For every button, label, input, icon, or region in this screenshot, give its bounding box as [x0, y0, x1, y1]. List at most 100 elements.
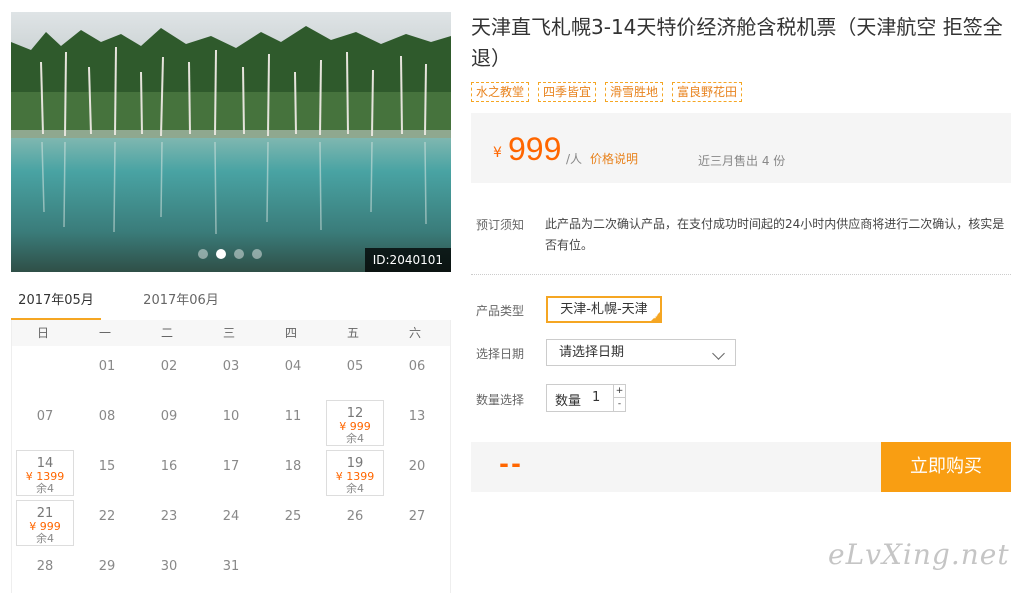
calendar-day-box: 28: [16, 550, 74, 593]
calendar-day-number: 30: [160, 559, 178, 574]
carousel-dot[interactable]: [252, 249, 262, 259]
calendar-day: 26: [322, 496, 384, 546]
carousel-dot-active[interactable]: [216, 249, 226, 259]
tab-month-may[interactable]: 2017年05月: [11, 290, 101, 321]
total-price: --: [499, 450, 523, 478]
calendar-day-stock: 余4: [36, 532, 54, 545]
calendar-day-box: 26: [326, 500, 384, 546]
booking-notice-label: 预订须知: [476, 218, 525, 232]
calendar-day-number: 04: [284, 359, 302, 374]
calendar-day[interactable]: 14 ¥ 1399 余4: [12, 446, 74, 496]
weekday-label: 五: [346, 326, 359, 340]
calendar-day: 22: [74, 496, 136, 546]
calendar-day-available[interactable]: 21 ¥ 999 余4: [16, 500, 74, 546]
calendar-day-box: 15: [78, 450, 136, 496]
calendar-day: 06: [384, 346, 446, 396]
carousel-dot[interactable]: [234, 249, 244, 259]
product-tags: 水之教堂 四季皆宜 滑雪胜地 富良野花田: [471, 82, 743, 102]
weekday-label: 三: [222, 326, 235, 340]
calendar-weekday-header: 日一二三四五六: [12, 320, 450, 346]
carousel-dot[interactable]: [198, 249, 208, 259]
product-tag: 水之教堂: [471, 82, 530, 102]
calendar-day-number: 16: [160, 459, 178, 474]
calendar-day-number: 11: [284, 409, 302, 424]
calendar-day-number: 10: [222, 409, 240, 424]
price-calendar: 日一二三四五六 01 02 03 04 05 06 07 08 09 10 11 12 ¥ 999 余4 1…: [11, 320, 451, 593]
calendar-day-available[interactable]: 12 ¥ 999 余4: [326, 400, 384, 446]
purchase-bar: -- 立即购买: [471, 442, 1011, 492]
calendar-day-stock: 余4: [346, 482, 364, 495]
calendar-day-number: 05: [346, 359, 364, 374]
calendar-day: 01: [74, 346, 136, 396]
calendar-day-box: 18: [264, 450, 322, 496]
weekday-label: 日: [36, 326, 49, 340]
calendar-day-number: 24: [222, 509, 240, 524]
calendar-day-box: 22: [78, 500, 136, 546]
calendar-day: 30: [136, 546, 198, 593]
calendar-day-box: 24: [202, 500, 260, 546]
calendar-day: 23: [136, 496, 198, 546]
tab-month-june[interactable]: 2017年06月: [131, 290, 231, 321]
calendar-day-number: 26: [346, 509, 364, 524]
product-tag: 四季皆宜: [538, 82, 597, 102]
calendar-day: 04: [260, 346, 322, 396]
date-label: 选择日期: [476, 347, 525, 361]
calendar-day: 13: [384, 396, 446, 446]
calendar-day: 27: [384, 496, 446, 546]
site-watermark: eLvXing.net: [828, 538, 1010, 571]
calendar-day[interactable]: 12 ¥ 999 余4: [322, 396, 384, 446]
calendar-day-box: 07: [16, 400, 74, 446]
calendar-day-number: 02: [160, 359, 178, 374]
calendar-day-number: 27: [408, 509, 426, 524]
calendar-month-tabs: 2017年05月 2017年06月: [11, 286, 451, 322]
calendar-day-number: 12: [346, 406, 364, 421]
calendar-day-number: 20: [408, 459, 426, 474]
product-photo[interactable]: ID:2040101: [11, 12, 451, 272]
calendar-day-number: 14: [36, 456, 54, 471]
quantity-stepper: 数量 1 + -: [546, 384, 626, 412]
calendar-day: 08: [74, 396, 136, 446]
calendar-day: 16: [136, 446, 198, 496]
date-select[interactable]: 请选择日期: [546, 339, 736, 366]
product-type-option-label: 天津-札幌-天津: [560, 302, 648, 317]
quantity-decrement-button[interactable]: -: [613, 398, 625, 411]
weekday-label: 四: [284, 326, 297, 340]
weekday-label: 六: [408, 326, 421, 340]
calendar-day-box: 01: [78, 350, 136, 396]
calendar-day-box: 10: [202, 400, 260, 446]
weekday-label: 一: [98, 326, 111, 340]
buy-now-button[interactable]: 立即购买: [881, 442, 1011, 492]
calendar-day: 25: [260, 496, 322, 546]
calendar-day-number: 03: [222, 359, 240, 374]
calendar-day-number: 17: [222, 459, 240, 474]
calendar-day-number: 19: [346, 456, 364, 471]
chevron-down-icon: [712, 347, 725, 360]
calendar-day-number: 22: [98, 509, 116, 524]
calendar-day-number: 09: [160, 409, 178, 424]
quantity-input[interactable]: 1: [592, 390, 600, 405]
calendar-day-number: 15: [98, 459, 116, 474]
quantity-increment-button[interactable]: +: [613, 385, 625, 398]
calendar-day-box: 02: [140, 350, 198, 396]
calendar-day-number: 01: [98, 359, 116, 374]
calendar-day-box: 03: [202, 350, 260, 396]
product-type-option-selected[interactable]: 天津-札幌-天津 ✓: [546, 296, 662, 323]
calendar-day: 11: [260, 396, 322, 446]
calendar-day-number: 21: [36, 506, 54, 521]
calendar-day[interactable]: 19 ¥ 1399 余4: [322, 446, 384, 496]
calendar-day-number: 18: [284, 459, 302, 474]
calendar-day: 20: [384, 446, 446, 496]
price-explanation-link[interactable]: 价格说明: [590, 150, 638, 167]
calendar-day-box: 11: [264, 400, 322, 446]
calendar-day-number: 08: [98, 409, 116, 424]
calendar-day-available[interactable]: 19 ¥ 1399 余4: [326, 450, 384, 496]
divider: [471, 274, 1011, 275]
calendar-day-box: 20: [388, 450, 446, 496]
calendar-day: 31: [198, 546, 260, 593]
calendar-day[interactable]: 21 ¥ 999 余4: [12, 496, 74, 546]
calendar-day-available[interactable]: 14 ¥ 1399 余4: [16, 450, 74, 496]
calendar-day-box: 17: [202, 450, 260, 496]
calendar-day-number: 28: [36, 559, 54, 574]
date-select-value: 请选择日期: [559, 345, 625, 360]
check-icon: ✓: [653, 313, 659, 321]
